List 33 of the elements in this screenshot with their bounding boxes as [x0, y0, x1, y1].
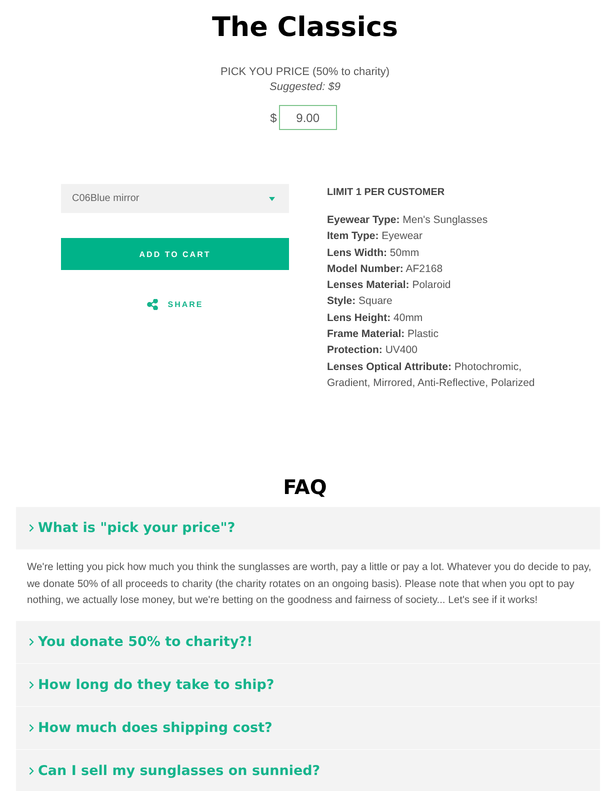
spec-line: Lenses Material: Polaroid [327, 278, 452, 294]
price-input[interactable]: 9.00 [278, 105, 337, 130]
chevron-icon [29, 767, 34, 776]
suggested-price: Suggested: $9 [270, 81, 340, 93]
faq-answer: We're letting you pick how much you think the sunglasses are worth, pay a little or pay a lot. Whatever you do decide to pay, we donate 50% of all proceeds to charity (the charity rotates on an ongoing basis). Please note that when you opt to pay nothing, we actually lose money, but we're betting on the goodness and fairness of society... Let's see if it works! [26, 561, 592, 608]
share-link[interactable]: SHARE [168, 300, 204, 309]
add-to-cart-button[interactable]: ADD TO CART [61, 238, 289, 270]
spec-line: Lenses Optical Attribute: Photochromic, Gradient, Mirrored, Anti-Reflective, Polarized [327, 360, 536, 391]
faq-question[interactable]: How much does shipping cost? [16, 707, 600, 750]
chevron-icon [29, 724, 34, 732]
variant-select[interactable]: C06Blue mirror [61, 184, 289, 213]
chevron-icon [29, 638, 34, 646]
chevron-icon [29, 524, 34, 532]
currency-symbol: $ [270, 110, 277, 124]
product-title: The Classics [212, 11, 398, 44]
spec-line: Lens Width: 50mm [327, 246, 420, 261]
spec-line: Item Type: Eyewear [327, 229, 424, 244]
chevron-icon [29, 681, 34, 690]
faq-question[interactable]: Can I sell my sunglasses on sunnied? [16, 750, 600, 791]
faq-question[interactable]: You donate 50% to charity?! [16, 621, 600, 664]
share-icon [146, 299, 158, 310]
spec-line: Lens Height: 40mm [327, 310, 424, 326]
spec-line: Model Number: AF2168 [327, 262, 444, 277]
spec-line: Eyewear Type: Men's Sunglasses [327, 213, 489, 228]
faq-question[interactable]: What is "pick your price"? [16, 507, 600, 550]
spec-line: Style: Square [327, 294, 394, 310]
price-label: PICK YOU PRICE (50% to charity) [220, 66, 390, 78]
purchase-limit: LIMIT 1 PER CUSTOMER [327, 187, 446, 198]
faq-question[interactable]: How long do they take to ship? [16, 664, 600, 708]
caret-icon [269, 196, 275, 200]
spec-line: Protection: UV400 [327, 343, 418, 358]
spec-line: Frame Material: Plastic [327, 327, 440, 342]
faq-title: FAQ [283, 475, 327, 500]
